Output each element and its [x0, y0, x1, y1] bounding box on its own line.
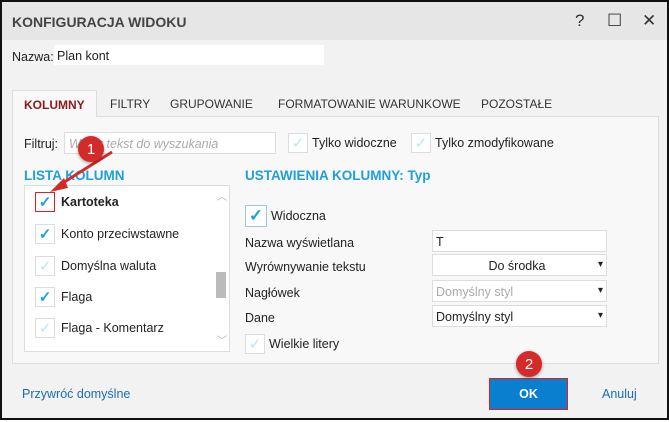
dialog-window: KONFIGURACJA WIDOKU ? ☐ ✕ Nazwa: Plan ko… [0, 0, 669, 420]
annotation-badge-1: 1 [78, 136, 104, 162]
annotation-badge-2: 2 [516, 351, 542, 377]
annotation-arrow [50, 150, 113, 192]
